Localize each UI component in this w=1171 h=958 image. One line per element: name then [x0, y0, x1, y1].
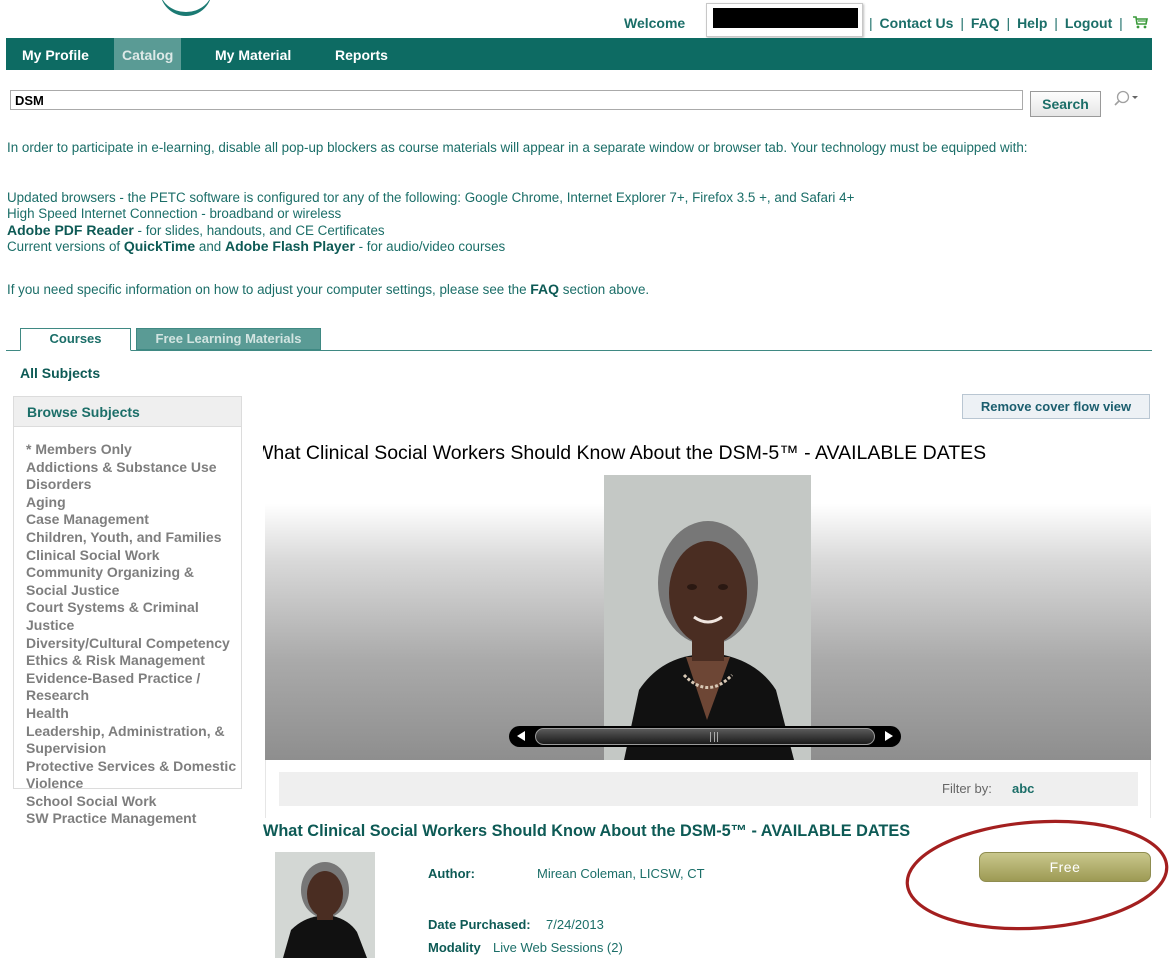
filter-bar: Filter by: abc: [279, 772, 1138, 806]
scroll-left-arrow-icon[interactable]: [517, 731, 525, 741]
subject-item[interactable]: School Social Work: [26, 793, 238, 811]
requirement-browsers: Updated browsers - the PETC software is …: [7, 190, 855, 205]
subject-item[interactable]: Aging: [26, 494, 238, 512]
date-purchased-value: 7/24/2013: [546, 917, 604, 932]
subject-item[interactable]: * Members Only: [26, 441, 238, 459]
nav-my-material[interactable]: My Material: [207, 38, 299, 70]
subject-item[interactable]: Case Management: [26, 511, 238, 529]
grip-icon: [710, 732, 718, 742]
subject-item[interactable]: Health: [26, 705, 238, 723]
course-thumbnail[interactable]: [275, 852, 375, 958]
modality-label: Modality: [428, 940, 481, 955]
subject-list: * Members Only Addictions & Substance Us…: [14, 427, 241, 828]
search-icon[interactable]: [1110, 89, 1142, 109]
top-bar: Welcome | Contact Us | FAQ | Help | Logo…: [0, 0, 1171, 38]
course-cover-image[interactable]: [604, 475, 811, 760]
help-link[interactable]: Help: [1017, 15, 1047, 31]
subject-item[interactable]: Clinical Social Work: [26, 547, 238, 565]
adobe-pdf-reader-link[interactable]: Adobe PDF Reader: [7, 222, 134, 238]
author-label: Author:: [428, 866, 475, 881]
shopping-cart-icon[interactable]: [1132, 16, 1148, 29]
nav-reports[interactable]: Reports: [327, 38, 396, 70]
subject-item[interactable]: Children, Youth, and Families: [26, 529, 238, 547]
scroll-right-arrow-icon[interactable]: [885, 731, 893, 741]
subject-item[interactable]: Ethics & Risk Management: [26, 652, 238, 670]
quicktime-link[interactable]: QuickTime: [124, 238, 195, 254]
search-button[interactable]: Search: [1030, 91, 1101, 117]
main-nav: My Profile Catalog My Material Reports: [6, 38, 1152, 70]
welcome-text: Welcome: [624, 15, 686, 31]
faq-link[interactable]: FAQ: [971, 15, 1000, 31]
free-price-button[interactable]: Free: [979, 852, 1151, 882]
author-value: Mirean Coleman, LICSW, CT: [537, 866, 705, 881]
adobe-flash-link[interactable]: Adobe Flash Player: [225, 238, 355, 254]
subject-item[interactable]: Leadership, Administration, & Supervisio…: [26, 723, 238, 758]
tab-courses[interactable]: Courses: [20, 328, 131, 351]
browse-subjects-panel: Browse Subjects * Members Only Addiction…: [13, 396, 242, 826]
search-input[interactable]: [10, 90, 1023, 110]
remove-cover-flow-button[interactable]: Remove cover flow view: [962, 394, 1150, 419]
filter-value-link[interactable]: abc: [1012, 781, 1034, 796]
presenter-photo: [604, 475, 811, 760]
browse-subjects-title: Browse Subjects: [14, 397, 241, 427]
cover-flow-scrollbar[interactable]: [509, 726, 901, 747]
course-title-link[interactable]: What Clinical Social Workers Should Know…: [263, 822, 910, 841]
cover-flow-title: What Clinical Social Workers Should Know…: [263, 442, 987, 464]
subject-item[interactable]: Diversity/Cultural Competency: [26, 635, 238, 653]
modality-value: Live Web Sessions (2): [493, 940, 623, 955]
redacted-user-name: [713, 8, 858, 28]
requirement-media: Current versions of QuickTime and Adobe …: [7, 238, 506, 254]
subject-item[interactable]: SW Practice Management: [26, 810, 238, 828]
cover-flow-scroll-thumb[interactable]: [535, 728, 875, 745]
subject-item[interactable]: Addictions & Substance Use Disorders: [26, 459, 238, 494]
date-purchased-label: Date Purchased:: [428, 917, 531, 932]
tabs-divider: [6, 350, 1152, 351]
nav-catalog[interactable]: Catalog: [114, 38, 182, 70]
nav-my-profile[interactable]: My Profile: [14, 38, 97, 70]
subject-item[interactable]: Protective Services & Domestic Violence: [26, 758, 238, 793]
header-links: | Contact Us | FAQ | Help | Logout |: [866, 15, 1148, 31]
faq-inline-link[interactable]: FAQ: [530, 281, 559, 297]
subject-item[interactable]: Court Systems & Criminal Justice: [26, 599, 238, 634]
filter-label: Filter by:: [942, 781, 992, 796]
contact-us-link[interactable]: Contact Us: [880, 15, 954, 31]
faq-notice: If you need specific information on how …: [7, 281, 650, 297]
all-subjects-link[interactable]: All Subjects: [20, 365, 100, 381]
logout-link[interactable]: Logout: [1065, 15, 1112, 31]
tab-free-learning-materials[interactable]: Free Learning Materials: [136, 328, 321, 350]
user-name-box: [706, 3, 863, 37]
filter-panel: Filter by: abc: [265, 760, 1151, 818]
requirement-internet: High Speed Internet Connection - broadba…: [7, 206, 342, 221]
requirement-pdf: Adobe PDF Reader - for slides, handouts,…: [7, 222, 385, 238]
subject-item[interactable]: Evidence-Based Practice / Research: [26, 670, 238, 705]
presenter-thumbnail-photo: [275, 852, 375, 958]
subject-item[interactable]: Community Organizing & Social Justice: [26, 564, 238, 599]
popup-blocker-notice: In order to participate in e-learning, d…: [7, 140, 1028, 155]
cover-flow-stage: [265, 475, 1151, 760]
